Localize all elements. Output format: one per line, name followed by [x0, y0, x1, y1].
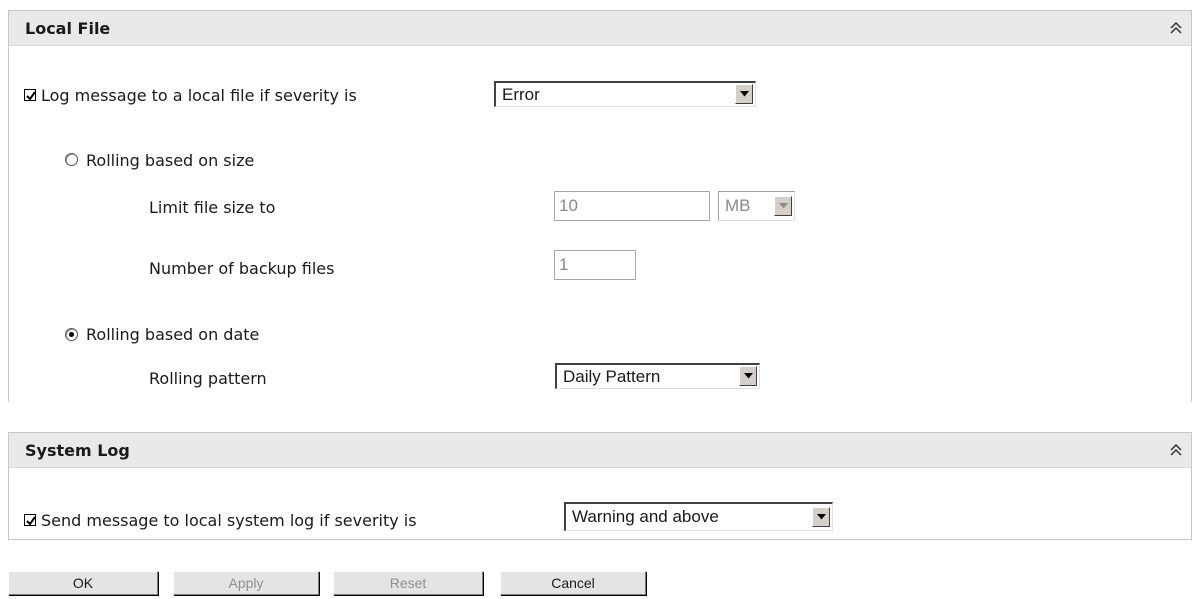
backup-files-input[interactable]: 1	[554, 250, 636, 280]
system-log-severity-value: Warning and above	[572, 507, 719, 526]
apply-button[interactable]: Apply	[173, 571, 319, 595]
system-log-header: System Log	[9, 432, 1191, 468]
system-log-title: System Log	[25, 441, 130, 460]
rolling-date-label: Rolling based on date	[86, 325, 260, 344]
backup-files-value: 1	[559, 255, 569, 274]
cancel-button[interactable]: Cancel	[500, 571, 646, 595]
limit-unit-select[interactable]: MB	[718, 191, 795, 221]
ok-button[interactable]: OK	[8, 571, 158, 595]
limit-file-size-input[interactable]: 10	[554, 191, 710, 221]
backup-files-label: Number of backup files	[149, 259, 335, 278]
reset-button[interactable]: Reset	[333, 571, 483, 595]
triangle-down-icon	[739, 366, 757, 386]
rolling-pattern-label: Rolling pattern	[149, 369, 267, 388]
local-file-severity-select[interactable]: Error	[494, 81, 756, 107]
rolling-size-radio[interactable]	[65, 153, 78, 166]
rolling-date-radio[interactable]	[65, 328, 78, 341]
log-local-file-checkbox[interactable]	[24, 89, 36, 101]
triangle-down-icon	[735, 84, 753, 104]
collapse-icon[interactable]	[1169, 442, 1183, 458]
send-system-log-label: Send message to local system log if seve…	[41, 511, 417, 530]
limit-file-size-label: Limit file size to	[149, 198, 276, 217]
system-log-severity-select[interactable]: Warning and above	[564, 502, 833, 531]
log-local-file-label: Log message to a local file if severity …	[41, 86, 357, 105]
local-file-title: Local File	[25, 19, 111, 38]
rolling-pattern-select[interactable]: Daily Pattern	[555, 363, 760, 389]
send-system-log-checkbox[interactable]	[24, 514, 36, 526]
rolling-pattern-value: Daily Pattern	[563, 367, 661, 386]
local-file-header: Local File	[9, 10, 1191, 46]
collapse-icon[interactable]	[1169, 20, 1183, 36]
limit-unit-value: MB	[725, 196, 751, 215]
local-file-severity-value: Error	[502, 85, 540, 104]
triangle-down-icon	[812, 507, 830, 527]
limit-file-size-value: 10	[559, 196, 578, 215]
triangle-down-icon	[774, 196, 792, 216]
rolling-size-label: Rolling based on size	[86, 151, 255, 170]
